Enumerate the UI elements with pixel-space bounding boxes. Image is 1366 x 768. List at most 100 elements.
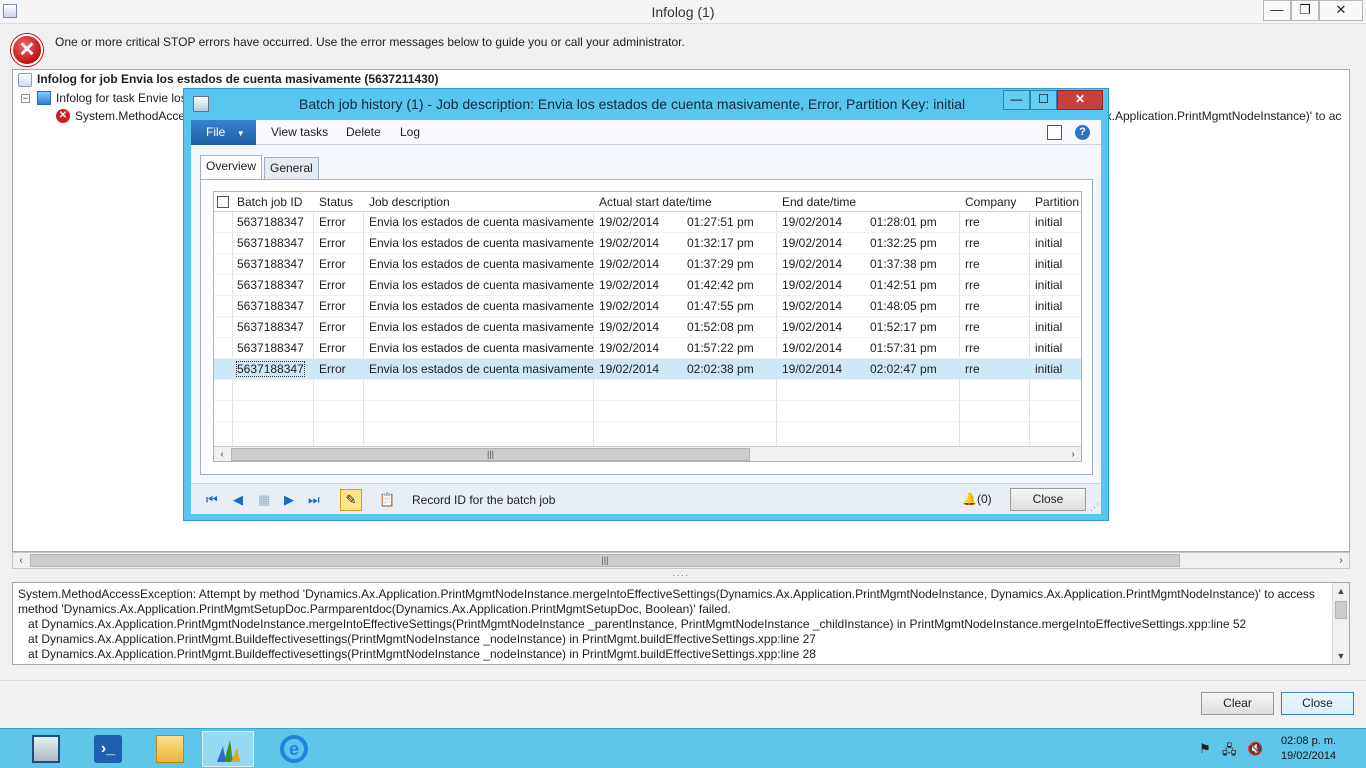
taskbar-server-manager[interactable] xyxy=(20,731,72,767)
view-tasks-button[interactable]: View tasks xyxy=(271,125,328,139)
scroll-right-icon[interactable]: › xyxy=(1333,553,1349,568)
grid-scroll-left-icon[interactable]: ‹ xyxy=(214,447,230,461)
dialog-close-button[interactable]: Close xyxy=(1010,488,1086,511)
tab-general[interactable]: General xyxy=(264,157,319,179)
clear-button[interactable]: Clear xyxy=(1201,692,1274,715)
col-end[interactable]: End date/time xyxy=(782,195,856,209)
table-row[interactable]: 5637188347 Error Envia los estados de cuen… xyxy=(214,212,1081,233)
table-row[interactable]: 5637188347 Error Envia los estados de cuen… xyxy=(214,233,1081,254)
cell-end-time: 01:32:25 pm xyxy=(870,236,937,250)
scroll-down-icon[interactable]: ▼ xyxy=(1333,648,1349,664)
tree-node-job[interactable]: Infolog for job Envia los estados de cue… xyxy=(37,72,438,86)
server-manager-icon xyxy=(32,735,60,763)
next-record-icon[interactable]: ▶ xyxy=(284,492,294,508)
delete-button[interactable]: Delete xyxy=(346,125,381,139)
cell-status: Error xyxy=(319,299,346,313)
clock-date: 19/02/2014 xyxy=(1281,750,1337,762)
batch-job-history-dialog: Batch job history (1) - Job description:… xyxy=(183,88,1109,521)
details-scroll-thumb[interactable] xyxy=(1335,601,1347,619)
table-row[interactable]: 5637188347 Error Envia los estados de cuen… xyxy=(214,359,1081,380)
cell-id: 5637188347 xyxy=(237,341,304,355)
action-pane: File ▼ View tasks Delete Log ? xyxy=(191,120,1101,145)
col-job-description[interactable]: Job description xyxy=(369,195,450,209)
taskbar-internet-explorer[interactable]: e xyxy=(268,731,320,767)
network-icon[interactable]: 🖧 xyxy=(1222,741,1237,763)
cell-end-time: 01:52:17 pm xyxy=(870,320,937,334)
collapse-expander[interactable]: − xyxy=(21,94,30,103)
cell-status: Error xyxy=(319,320,346,334)
help-icon[interactable]: ? xyxy=(1075,125,1090,140)
cell-company: rre xyxy=(965,320,980,334)
empty-row xyxy=(214,401,1081,422)
cell-desc: Envia los estados de cuenta masivamente xyxy=(369,362,594,376)
col-batch-job-id[interactable]: Batch job ID xyxy=(237,195,302,209)
cell-start-date: 19/02/2014 xyxy=(599,257,660,271)
infolog-close-button[interactable]: Close xyxy=(1281,692,1354,715)
window-close-button[interactable]: ✕ xyxy=(1319,0,1363,21)
table-row[interactable]: 5637188347 Error Envia los estados de cuen… xyxy=(214,275,1081,296)
tree-node-error[interactable]: System.MethodAccess xyxy=(75,109,197,123)
dialog-form-icon xyxy=(193,96,209,112)
grid-horizontal-scrollbar[interactable]: ‹ ||| › xyxy=(214,446,1081,461)
window-title: Infolog (1) xyxy=(651,4,715,20)
col-partition[interactable]: Partition xyxy=(1035,195,1079,209)
scroll-left-icon[interactable]: ‹ xyxy=(13,553,29,568)
cell-end-date: 19/02/2014 xyxy=(782,320,843,334)
dynamics-ax-icon xyxy=(217,740,240,762)
taskbar-powershell[interactable]: ›_ xyxy=(82,731,134,767)
table-row[interactable]: 5637188347 Error Envia los estados de cuen… xyxy=(214,338,1081,359)
cell-partition: initial xyxy=(1035,215,1063,229)
table-row[interactable]: 5637188347 Error Envia los estados de cuen… xyxy=(214,296,1081,317)
col-actual-start[interactable]: Actual start date/time xyxy=(599,195,712,209)
cell-id: 5637188347 xyxy=(236,361,305,377)
log-button[interactable]: Log xyxy=(400,125,420,139)
grid-scroll-thumb[interactable]: ||| xyxy=(231,448,750,461)
table-row[interactable]: 5637188347 Error Envia los estados de cuen… xyxy=(214,254,1081,275)
notifications-indicator[interactable]: 🔔(0) xyxy=(962,492,992,506)
internet-explorer-icon: e xyxy=(280,735,308,763)
cell-id: 5637188347 xyxy=(237,236,304,250)
scroll-up-icon[interactable]: ▲ xyxy=(1333,583,1349,599)
cell-company: rre xyxy=(965,236,980,250)
cell-end-time: 01:42:51 pm xyxy=(870,278,937,292)
taskbar-dynamics-ax[interactable] xyxy=(202,731,254,767)
minimize-button[interactable]: — xyxy=(1263,0,1291,21)
edit-mode-icon[interactable]: ✎ xyxy=(340,489,362,511)
cell-company: rre xyxy=(965,257,980,271)
cell-partition: initial xyxy=(1035,320,1063,334)
restore-button[interactable]: ❐ xyxy=(1291,0,1319,21)
scroll-thumb[interactable]: ||| xyxy=(30,554,1180,567)
dialog-minimize-button[interactable]: — xyxy=(1003,90,1030,110)
clock-time: 02:08 p. m. xyxy=(1281,735,1337,747)
panel-layout-icon[interactable] xyxy=(1047,125,1062,140)
system-clock[interactable]: 02:08 p. m. 19/02/2014 xyxy=(1281,734,1336,764)
grid-scroll-right-icon[interactable]: › xyxy=(1065,447,1081,461)
tab-overview[interactable]: Overview xyxy=(200,155,263,179)
previous-record-icon[interactable]: ◀ xyxy=(233,492,243,508)
col-status[interactable]: Status xyxy=(319,195,353,209)
col-company[interactable]: Company xyxy=(965,195,1016,209)
tree-horizontal-scrollbar[interactable]: ‹ ||| › xyxy=(12,552,1350,569)
last-record-icon[interactable]: ⏭ xyxy=(308,492,320,508)
pane-splitter-icon[interactable]: ···· xyxy=(672,570,689,581)
cell-partition: initial xyxy=(1035,362,1063,376)
tree-node-task[interactable]: Infolog for task Envie los xyxy=(56,91,187,105)
table-row[interactable]: 5637188347 Error Envia los estados de cuen… xyxy=(214,317,1081,338)
error-details-pane[interactable]: System.MethodAccessException: Attempt by… xyxy=(12,582,1350,665)
details-vertical-scrollbar[interactable]: ▲ ▼ xyxy=(1332,583,1349,664)
attachment-icon[interactable]: 📋 xyxy=(379,492,395,508)
cell-company: rre xyxy=(965,299,980,313)
taskbar-file-explorer[interactable] xyxy=(144,731,196,767)
dialog-maximize-button[interactable]: ☐ xyxy=(1030,90,1057,110)
file-label: File xyxy=(206,125,226,139)
cell-partition: initial xyxy=(1035,299,1063,313)
batch-history-grid[interactable]: Batch job ID Status Job description Actu… xyxy=(213,191,1082,462)
dialog-close-x-button[interactable]: ✕ xyxy=(1057,90,1103,110)
grid-view-icon[interactable]: ▦ xyxy=(258,492,270,508)
volume-muted-icon[interactable]: 🔇 xyxy=(1247,741,1263,757)
first-record-icon[interactable]: ⏮ xyxy=(206,492,218,508)
file-menu-button[interactable]: File ▼ xyxy=(191,120,256,145)
action-center-flag-icon[interactable]: ⚑ xyxy=(1199,741,1211,757)
select-all-checkbox[interactable] xyxy=(217,196,229,208)
resize-grip-icon[interactable]: ⋰ xyxy=(1090,502,1099,513)
